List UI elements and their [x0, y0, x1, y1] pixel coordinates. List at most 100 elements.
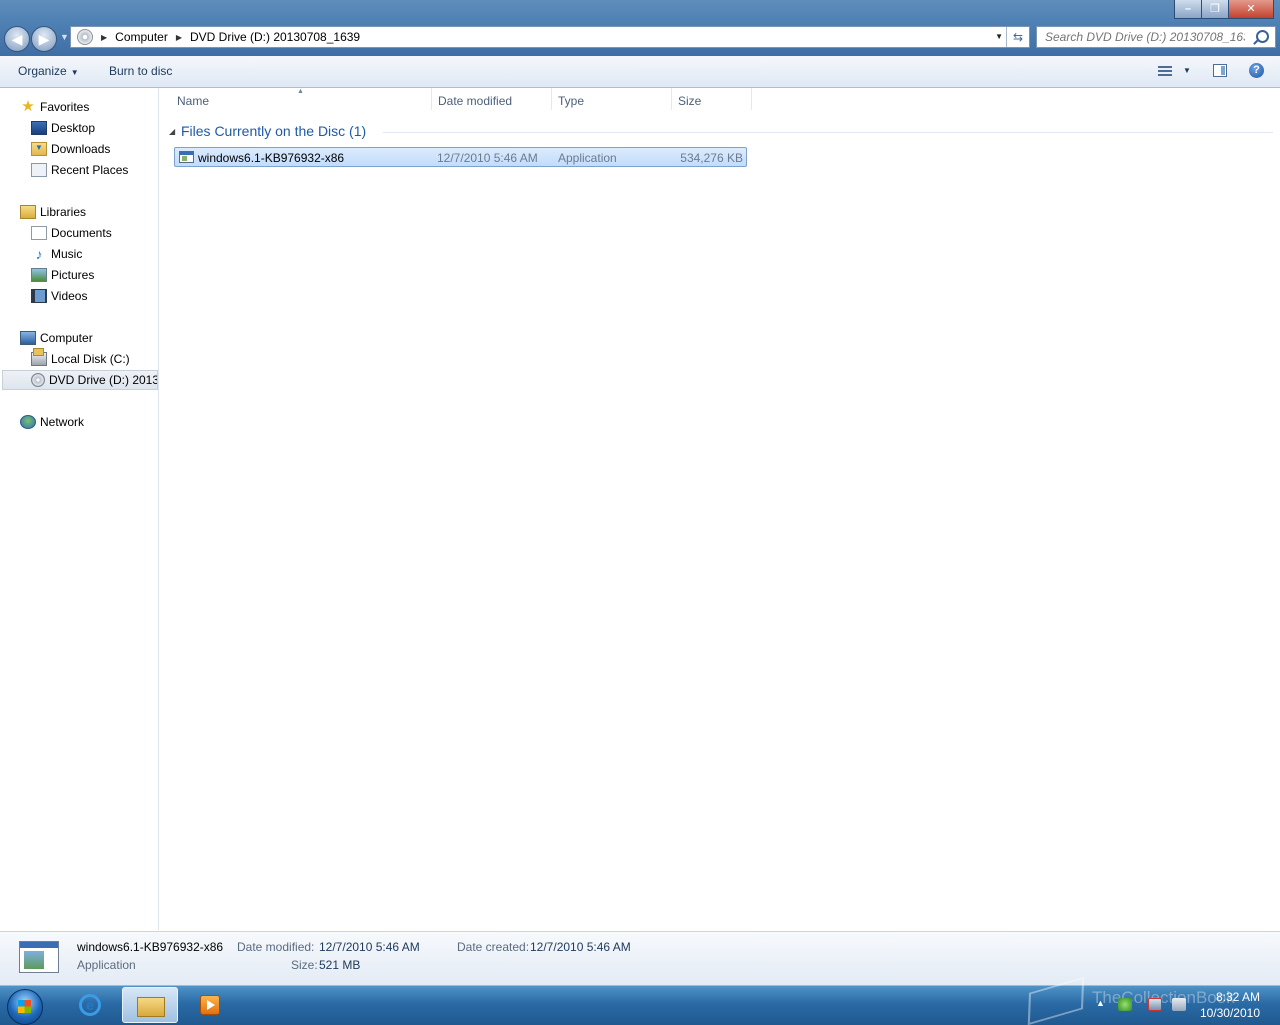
pictures-icon — [31, 268, 47, 282]
local-disk-icon — [31, 348, 47, 366]
view-options-dropdown-icon[interactable]: ▼ — [1183, 66, 1191, 75]
details-date-created-label: Date created: — [457, 940, 530, 954]
windows-media-player-icon — [200, 995, 220, 1015]
nav-label: Favorites — [40, 100, 90, 114]
preview-pane-icon[interactable] — [1213, 64, 1227, 77]
details-pane: windows6.1-KB976932-x86 Application Date… — [0, 931, 1280, 985]
nav-downloads[interactable]: Downloads — [31, 139, 110, 159]
clock[interactable]: 8:32 AM 10/30/2010 — [1200, 989, 1260, 1021]
details-size-label: Size: — [291, 958, 318, 972]
sort-ascending-icon: ▲ — [297, 88, 304, 95]
back-arrow-icon: ◀ — [11, 31, 23, 47]
search-box[interactable] — [1036, 26, 1276, 48]
dvd-drive-icon — [77, 29, 93, 45]
star-icon: ★ — [21, 98, 35, 115]
chevron-down-icon: ▼ — [70, 68, 79, 77]
recent-pages-dropdown[interactable]: ▼ — [60, 32, 69, 42]
column-header-name[interactable]: Name — [177, 94, 209, 114]
taskbar-windows-explorer[interactable] — [122, 987, 178, 1023]
column-header-type[interactable]: Type — [558, 94, 584, 114]
nav-libraries[interactable]: Libraries — [20, 202, 86, 222]
music-icon: ♪ — [35, 246, 43, 262]
navigation-pane: ★ Favorites Desktop Downloads Recent Pla… — [0, 88, 159, 930]
volume-muted-icon[interactable] — [1172, 998, 1186, 1011]
nav-label: Music — [51, 247, 83, 261]
help-icon[interactable]: ? — [1249, 63, 1264, 78]
nav-label: Pictures — [51, 268, 95, 282]
nav-local-disk[interactable]: Local Disk (C:) — [31, 348, 130, 369]
nav-favorites[interactable]: ★ Favorites — [20, 97, 89, 117]
column-divider[interactable] — [431, 88, 432, 110]
downloads-folder-icon — [31, 142, 47, 156]
nav-label: Downloads — [51, 142, 111, 156]
nav-label: Libraries — [40, 205, 87, 219]
file-name: windows6.1-KB976932-x86 — [198, 151, 345, 165]
file-date-modified: 12/7/2010 5:46 AM — [437, 151, 538, 165]
burn-to-disc-button[interactable]: Burn to disc — [109, 64, 172, 78]
taskbar: e TheCollectionBook ▲ 8:32 AM 10/30/2010 — [0, 976, 1280, 1025]
nav-label: Local Disk (C:) — [51, 352, 130, 366]
documents-icon — [31, 226, 47, 240]
nav-computer[interactable]: Computer — [20, 328, 93, 348]
search-input[interactable] — [1043, 29, 1247, 45]
nav-music[interactable]: ♪ Music — [31, 244, 83, 264]
file-row[interactable]: windows6.1-KB976932-x86 12/7/2010 5:46 A… — [174, 147, 747, 167]
command-bar: Organize ▼ Burn to disc — [0, 56, 1280, 88]
nav-pictures[interactable]: Pictures — [31, 265, 94, 285]
details-date-modified-label: Date modified: — [237, 940, 315, 954]
column-divider[interactable] — [671, 88, 672, 110]
back-button[interactable]: ◀ — [4, 26, 30, 52]
nav-label: Videos — [51, 289, 88, 303]
action-center-icon[interactable] — [1118, 998, 1132, 1011]
group-divider — [383, 132, 1273, 133]
details-file-name: windows6.1-KB976932-x86 — [77, 940, 224, 954]
breadcrumb-separator-icon[interactable]: ▶ — [101, 33, 107, 42]
windows-explorer-icon — [137, 997, 165, 1017]
maximize-button[interactable]: ❐ — [1201, 0, 1229, 19]
forward-button[interactable]: ▶ — [31, 26, 57, 52]
network-status-icon[interactable] — [1148, 998, 1162, 1011]
nav-documents[interactable]: Documents — [31, 223, 112, 243]
collapse-group-icon[interactable]: ◢ — [169, 127, 175, 136]
address-bar[interactable]: ▶ Computer ▶ DVD Drive (D:) 20130708_163… — [70, 26, 1030, 48]
column-header-date-modified[interactable]: Date modified — [438, 94, 512, 114]
application-icon — [179, 151, 194, 163]
group-header[interactable]: Files Currently on the Disc (1) — [181, 123, 366, 139]
desktop-icon — [31, 121, 47, 135]
forward-arrow-icon: ▶ — [38, 31, 50, 47]
nav-desktop[interactable]: Desktop — [31, 118, 95, 138]
details-date-modified: 12/7/2010 5:46 AM — [319, 940, 420, 954]
close-button[interactable]: ✕ — [1228, 0, 1274, 19]
start-button[interactable] — [7, 989, 43, 1025]
breadcrumb-dvd-drive[interactable]: DVD Drive (D:) 20130708_1639 — [190, 30, 360, 44]
internet-explorer-icon: e — [79, 994, 101, 1016]
nav-network[interactable]: Network — [20, 412, 84, 432]
nav-videos[interactable]: Videos — [31, 286, 87, 306]
dvd-drive-icon — [31, 373, 45, 387]
column-divider[interactable] — [551, 88, 552, 110]
organize-button[interactable]: Organize ▼ — [18, 64, 79, 78]
videos-icon — [31, 289, 47, 303]
taskbar-internet-explorer[interactable]: e — [62, 987, 118, 1023]
refresh-button[interactable]: ⇆ — [1006, 27, 1029, 47]
nav-label: Recent Places — [51, 163, 129, 177]
nav-label: DVD Drive (D:) 20130708_1639 — [49, 373, 157, 387]
nav-recent-places[interactable]: Recent Places — [31, 160, 128, 180]
breadcrumb-separator-icon[interactable]: ▶ — [176, 33, 182, 42]
details-date-created: 12/7/2010 5:46 AM — [530, 940, 631, 954]
nav-dvd-drive[interactable]: DVD Drive (D:) 20130708_1639 — [2, 370, 158, 390]
minimize-button[interactable]: – — [1174, 0, 1202, 19]
details-file-type: Application — [77, 958, 136, 972]
breadcrumb-computer[interactable]: Computer — [115, 30, 168, 44]
taskbar-windows-media-player[interactable] — [182, 987, 238, 1023]
computer-icon — [20, 331, 36, 345]
nav-label: Desktop — [51, 121, 96, 135]
network-icon — [20, 415, 36, 429]
change-view-icon[interactable] — [1158, 66, 1172, 76]
nav-label: Computer — [40, 331, 93, 345]
column-header-size[interactable]: Size — [678, 94, 701, 114]
search-icon[interactable] — [1256, 30, 1269, 43]
show-hidden-icons-icon[interactable]: ▲ — [1096, 998, 1105, 1008]
address-dropdown-icon[interactable]: ▼ — [995, 32, 1003, 41]
column-divider[interactable] — [751, 88, 752, 110]
